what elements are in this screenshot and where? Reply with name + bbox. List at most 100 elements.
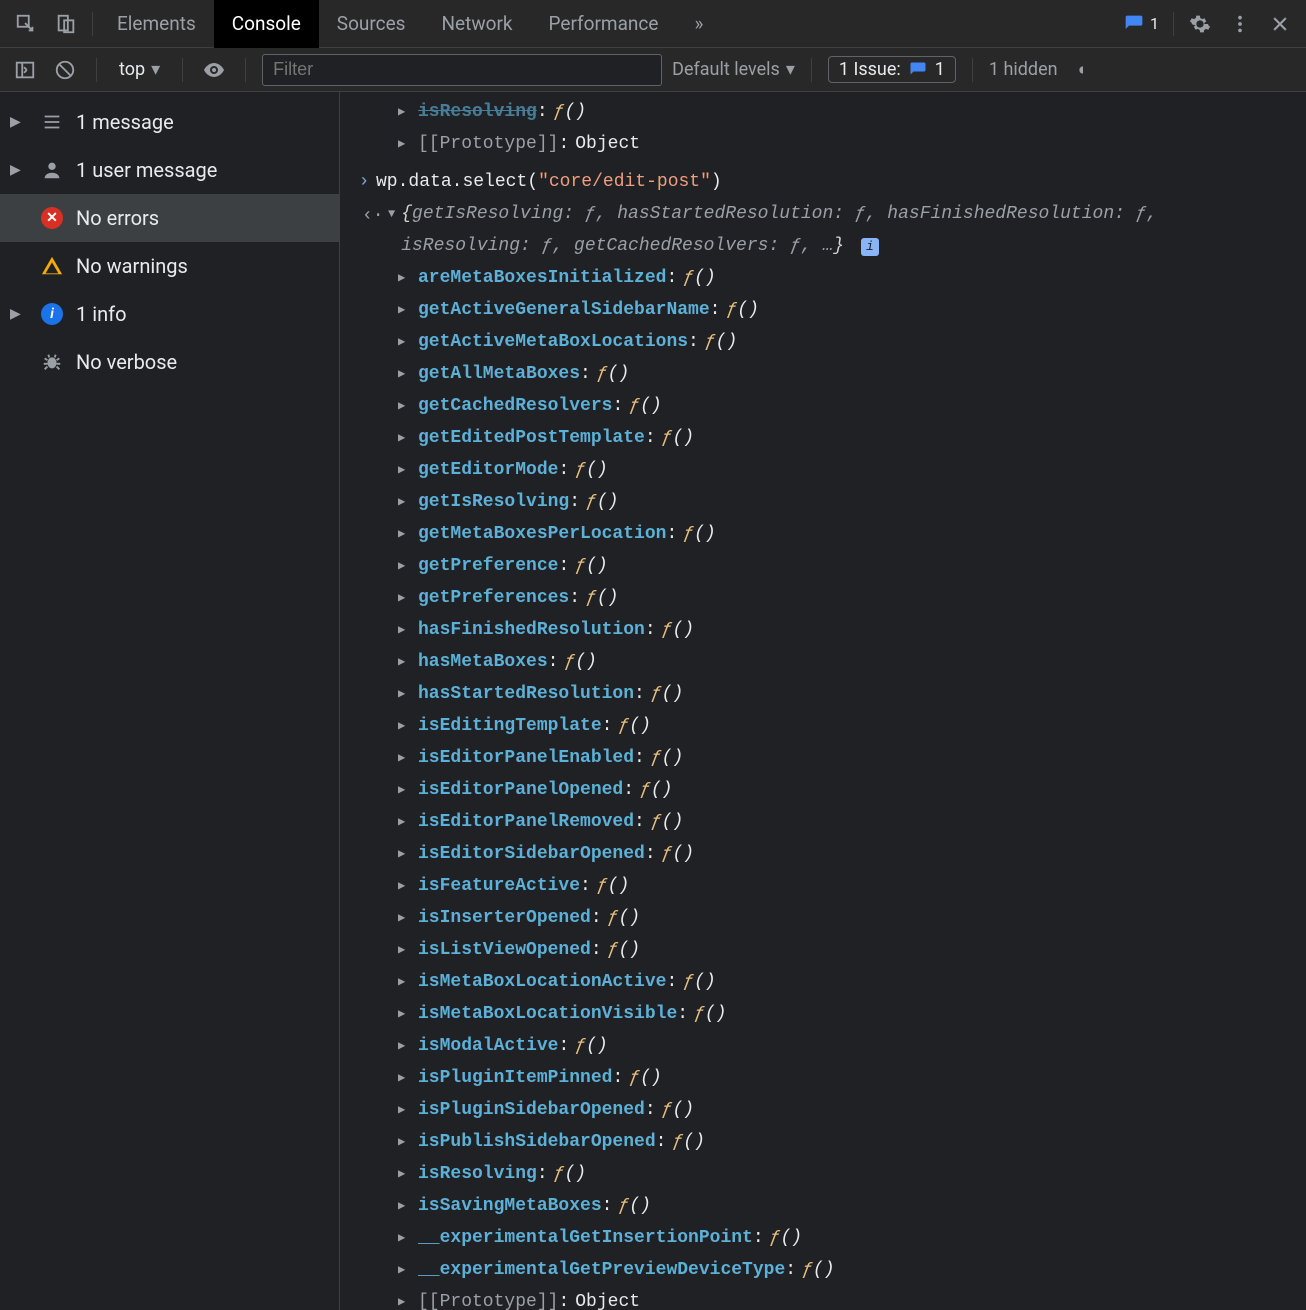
property-row[interactable]: ▶getActiveGeneralSidebarName:ƒ () (352, 294, 1306, 326)
property-row[interactable]: ▶ [[Prototype]]: Object (352, 1286, 1306, 1310)
property-key: isListViewOpened (418, 934, 591, 966)
issues-badge[interactable]: 1 (1116, 14, 1167, 34)
main-area: ▶ 1 message ▶ 1 user message ✕ No errors… (0, 92, 1306, 1310)
property-row[interactable]: ▶isMetaBoxLocationVisible:ƒ () (352, 998, 1306, 1030)
result-row[interactable]: ‹· ▼ {getIsResolving: ƒ, hasStartedResol… (352, 198, 1306, 262)
property-row[interactable]: ▶isFeatureActive:ƒ () (352, 870, 1306, 902)
sidebar-item-messages[interactable]: ▶ 1 message (0, 98, 339, 146)
tab-performance[interactable]: Performance (531, 0, 677, 48)
property-row[interactable]: ▶__experimentalGetPreviewDeviceType:ƒ () (352, 1254, 1306, 1286)
sidebar-item-user-messages[interactable]: ▶ 1 user message (0, 146, 339, 194)
property-value: Object (575, 128, 640, 160)
sidebar-item-warnings[interactable]: No warnings (0, 242, 339, 290)
property-row[interactable]: ▶isInserterOpened:ƒ () (352, 902, 1306, 934)
property-row[interactable]: ▶isEditorPanelEnabled:ƒ () (352, 742, 1306, 774)
live-expression-icon[interactable] (199, 55, 229, 85)
property-row[interactable]: ▶getEditorMode:ƒ () (352, 454, 1306, 486)
property-key: isPluginSidebarOpened (418, 1094, 645, 1126)
close-icon[interactable] (1264, 8, 1296, 40)
property-row[interactable]: ▶isSavingMetaBoxes:ƒ () (352, 1190, 1306, 1222)
property-key: getAllMetaBoxes (418, 358, 580, 390)
divider (182, 58, 183, 82)
context-selector[interactable]: top ▾ (113, 59, 166, 80)
property-row[interactable]: ▶isEditingTemplate:ƒ () (352, 710, 1306, 742)
property-row[interactable]: ▶isEditorSidebarOpened:ƒ () (352, 838, 1306, 870)
property-key: isModalActive (418, 1030, 558, 1062)
console-output[interactable]: ▶ isResolving: ƒ () ▶ [[Prototype]]: Obj… (340, 92, 1306, 1310)
expand-icon: ▶ (398, 806, 418, 838)
property-key: [[Prototype]] (418, 1286, 558, 1310)
function-value: ƒ (629, 390, 640, 422)
property-row[interactable]: ▶areMetaBoxesInitialized:ƒ () (352, 262, 1306, 294)
hidden-count[interactable]: 1 hidden (989, 59, 1058, 80)
expand-icon: ▶ (398, 454, 418, 486)
property-row[interactable]: ▶getPreferences:ƒ () (352, 582, 1306, 614)
command-row[interactable]: › wp.data.select("core/edit-post") (352, 166, 1306, 198)
settings-gear-icon[interactable] (1184, 8, 1216, 40)
sidebar-item-info[interactable]: ▶ i 1 info (0, 290, 339, 338)
property-row[interactable]: ▶isResolving:ƒ () (352, 1158, 1306, 1190)
property-row[interactable]: ▶getPreference:ƒ () (352, 550, 1306, 582)
property-row[interactable]: ▶hasStartedResolution:ƒ () (352, 678, 1306, 710)
expand-icon: ▶ (398, 870, 418, 902)
property-row[interactable]: ▶getActiveMetaBoxLocations:ƒ () (352, 326, 1306, 358)
expand-icon: ▶ (398, 1158, 418, 1190)
info-icon: i (40, 302, 64, 326)
property-key: getCachedResolvers (418, 390, 612, 422)
function-value: ƒ (694, 998, 705, 1030)
property-row[interactable]: ▶getAllMetaBoxes:ƒ () (352, 358, 1306, 390)
property-row[interactable]: ▶getEditedPostTemplate:ƒ () (352, 422, 1306, 454)
log-levels-selector[interactable]: Default levels ▾ (672, 59, 795, 80)
property-row[interactable]: ▶ isResolving: ƒ () (352, 96, 1306, 128)
expand-icon: ▶ (398, 1222, 418, 1254)
expand-icon: ▶ (398, 262, 418, 294)
collapse-icon[interactable]: ▼ (388, 198, 395, 230)
function-value: ƒ (564, 646, 575, 678)
issues-pill[interactable]: 1 Issue: 1 (828, 56, 956, 83)
info-badge-icon[interactable]: i (861, 238, 879, 256)
divider (92, 12, 93, 36)
command-text: wp.data.select("core/edit-post") (376, 166, 722, 198)
user-icon (40, 158, 64, 182)
property-key: isMetaBoxLocationVisible (418, 998, 677, 1030)
property-row[interactable]: ▶isListViewOpened:ƒ () (352, 934, 1306, 966)
clear-console-icon[interactable] (50, 55, 80, 85)
property-row[interactable]: ▶isEditorPanelRemoved:ƒ () (352, 806, 1306, 838)
tab-network[interactable]: Network (423, 0, 530, 48)
more-menu-icon[interactable] (1224, 8, 1256, 40)
tab-elements[interactable]: Elements (99, 0, 214, 48)
property-row[interactable]: ▶isMetaBoxLocationActive:ƒ () (352, 966, 1306, 998)
tab-more[interactable]: » (676, 0, 721, 48)
property-row[interactable]: ▶getMetaBoxesPerLocation:ƒ () (352, 518, 1306, 550)
property-row[interactable]: ▶isModalActive:ƒ () (352, 1030, 1306, 1062)
property-key: isEditorPanelRemoved (418, 806, 634, 838)
property-row[interactable]: ▶__experimentalGetInsertionPoint:ƒ () (352, 1222, 1306, 1254)
chevron-down-icon: ▾ (786, 59, 795, 80)
function-value: ƒ (629, 1062, 640, 1094)
tab-console[interactable]: Console (214, 0, 319, 48)
property-row[interactable]: ▶isPluginSidebarOpened:ƒ () (352, 1094, 1306, 1126)
property-row[interactable]: ▶hasMetaBoxes:ƒ () (352, 646, 1306, 678)
function-value: ƒ (575, 454, 586, 486)
expand-icon: ▶ (398, 934, 418, 966)
property-row[interactable]: ▶isEditorPanelOpened:ƒ () (352, 774, 1306, 806)
property-row[interactable]: ▶getCachedResolvers:ƒ () (352, 390, 1306, 422)
sidebar-item-verbose[interactable]: No verbose (0, 338, 339, 386)
sidebar-toggle-icon[interactable] (10, 55, 40, 85)
property-row[interactable]: ▶isPluginItemPinned:ƒ () (352, 1062, 1306, 1094)
property-row[interactable]: ▶hasFinishedResolution:ƒ () (352, 614, 1306, 646)
property-row[interactable]: ▶getIsResolving:ƒ () (352, 486, 1306, 518)
property-key: __experimentalGetInsertionPoint (418, 1222, 753, 1254)
property-key: getActiveGeneralSidebarName (418, 294, 710, 326)
expand-icon: ▶ (398, 838, 418, 870)
function-value: ƒ (651, 806, 662, 838)
sidebar-item-errors[interactable]: ✕ No errors (0, 194, 339, 242)
property-row[interactable]: ▶ [[Prototype]]: Object (352, 128, 1306, 160)
issues-text: 1 Issue: (839, 59, 901, 80)
device-toggle-icon[interactable] (50, 8, 82, 40)
tab-sources[interactable]: Sources (319, 0, 424, 48)
property-row[interactable]: ▶isPublishSidebarOpened:ƒ () (352, 1126, 1306, 1158)
filter-input[interactable] (262, 54, 662, 86)
inspect-icon[interactable] (10, 8, 42, 40)
console-settings-icon[interactable] (1068, 55, 1098, 85)
